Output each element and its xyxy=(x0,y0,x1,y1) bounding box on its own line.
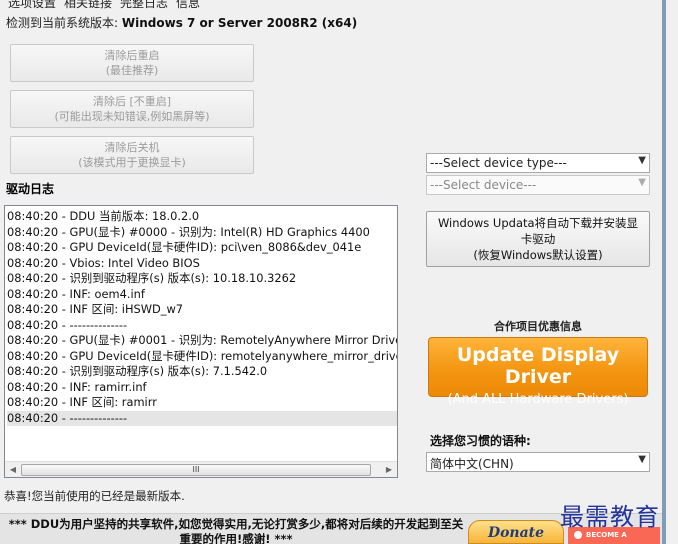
log-line[interactable]: 08:40:20 - GPU(显卡) #0001 - 识别为: Remotely… xyxy=(7,333,397,349)
log-line[interactable]: 08:40:20 - Vbios: Intel Video BIOS xyxy=(7,256,397,272)
clean-no-restart-sublabel: (可能出现未知错误,例如黑屏等) xyxy=(54,110,210,123)
log-line[interactable]: 08:40:20 - INF 区间: iHSWD_w7 xyxy=(7,302,397,318)
log-line[interactable]: 08:40:20 - GPU DeviceId(显卡硬件ID): pci\ven… xyxy=(7,240,397,256)
donate-button[interactable]: Donate xyxy=(468,520,564,544)
log-line[interactable]: 08:40:20 - INF: ramirr.inf xyxy=(7,380,397,396)
horizontal-scrollbar[interactable]: ◀ III ▶ xyxy=(5,461,397,477)
menu-bar: 选项设置 相关链接 完整日志 信息 xyxy=(0,0,665,10)
log-listbox[interactable]: 08:40:20 - DDU 当前版本: 18.0.2.0 08:40:20 -… xyxy=(4,205,398,478)
log-line[interactable]: 08:40:20 - DDU 当前版本: 18.0.2.0 xyxy=(7,209,397,225)
footer-message: *** DDU为用户坚持的共享软件,如您觉得实用,无论打赏多少,都将对后续的开发… xyxy=(6,517,466,544)
patron-label: BECOME A PATRON xyxy=(586,531,627,539)
clean-restart-label: 清除后重启 xyxy=(104,49,160,62)
window-border xyxy=(662,0,666,544)
system-version-label: 检测到当前系统版本: xyxy=(6,16,119,30)
device-type-value: ---Select device type--- xyxy=(430,156,567,170)
log-lines: 08:40:20 - DDU 当前版本: 18.0.2.0 08:40:20 -… xyxy=(7,209,397,426)
clean-shutdown-sublabel: (该模式用于更换显卡) xyxy=(78,156,186,169)
device-type-select[interactable]: ---Select device type--- ▼ xyxy=(426,153,650,173)
clean-shutdown-label: 清除后关机 xyxy=(104,141,160,154)
language-select[interactable]: 简体中文(CHN) ▼ xyxy=(426,452,650,472)
footer-line2: 重要的作用!感谢! *** xyxy=(179,532,293,544)
menu-item-info[interactable]: 信息 xyxy=(176,0,200,10)
scroll-left-icon[interactable]: ◀ xyxy=(7,464,19,476)
update-driver-promo-button[interactable]: Update Display Driver (And ALL Hardware … xyxy=(428,337,648,407)
menu-item-links[interactable]: 相关链接 xyxy=(64,0,112,10)
scroll-right-icon[interactable]: ▶ xyxy=(383,464,395,476)
partner-title: 合作项目优惠信息 xyxy=(494,320,582,333)
menu-item-full-log[interactable]: 完整日志 xyxy=(120,0,168,10)
clean-restart-button[interactable]: 清除后重启 (最佳推荐) xyxy=(10,44,254,82)
device-select[interactable]: ---Select device--- ▼ xyxy=(426,175,650,195)
log-line[interactable]: 08:40:20 - GPU(显卡) #0000 - 识别为: Intel(R)… xyxy=(7,225,397,241)
watermark-logo: 最需教育 xyxy=(560,503,660,531)
clean-shutdown-button[interactable]: 清除后关机 (该模式用于更换显卡) xyxy=(10,136,254,174)
promo-headline: Update Display Driver xyxy=(456,344,620,388)
patreon-icon xyxy=(574,531,582,539)
windows-update-button[interactable]: Windows Updata将自动下载并安装显 卡驱动 (恢复Windows默认… xyxy=(426,211,650,267)
log-line[interactable]: 08:40:20 - INF 区间: ramirr xyxy=(7,395,397,411)
windows-update-line1: Windows Updata将自动下载并安装显 xyxy=(437,216,639,230)
menu-item-options[interactable]: 选项设置 xyxy=(8,0,56,10)
system-version-value: Windows 7 or Server 2008R2 (x64) xyxy=(121,16,358,30)
windows-update-line3: (恢复Windows默认设置) xyxy=(473,248,603,262)
device-value: ---Select device--- xyxy=(430,178,537,192)
system-version: 检测到当前系统版本: Windows 7 or Server 2008R2 (x… xyxy=(6,14,357,31)
log-line[interactable]: 08:40:20 - -------------- xyxy=(7,318,397,334)
chevron-down-icon: ▼ xyxy=(638,177,646,188)
language-value: 简体中文(CHN) xyxy=(430,457,514,471)
footer-line1: *** DDU为用户坚持的共享软件,如您觉得实用,无论打赏多少,都将对后续的开发… xyxy=(8,517,464,531)
log-line[interactable]: 08:40:20 - INF: oem4.inf xyxy=(7,287,397,303)
scroll-thumb[interactable]: III xyxy=(21,464,371,476)
promo-subline: (And ALL Hardware Drivers) xyxy=(447,392,629,407)
log-line[interactable]: 08:40:20 - 识别到驱动程序(s) 版本(s): 7.1.542.0 xyxy=(7,364,397,380)
clean-restart-sublabel: (最佳推荐) xyxy=(105,64,159,77)
log-line-selected[interactable]: 08:40:20 - -------------- xyxy=(7,410,397,426)
chevron-down-icon: ▼ xyxy=(638,454,646,465)
language-label: 选择您习惯的语种: xyxy=(430,434,531,448)
log-line[interactable]: 08:40:20 - 识别到驱动程序(s) 版本(s): 10.18.10.32… xyxy=(7,271,397,287)
clean-no-restart-button[interactable]: 清除后 [不重启] (可能出现未知错误,例如黑屏等) xyxy=(10,90,254,128)
log-line[interactable]: 08:40:20 - GPU DeviceId(显卡硬件ID): remotel… xyxy=(7,349,397,365)
chevron-down-icon: ▼ xyxy=(638,155,646,166)
windows-update-line2: 卡驱动 xyxy=(520,232,556,246)
status-message: 恭喜!您当前使用的已经是最新版本. xyxy=(4,489,185,503)
log-title: 驱动日志 xyxy=(6,182,55,196)
clean-no-restart-label: 清除后 [不重启] xyxy=(92,95,172,108)
